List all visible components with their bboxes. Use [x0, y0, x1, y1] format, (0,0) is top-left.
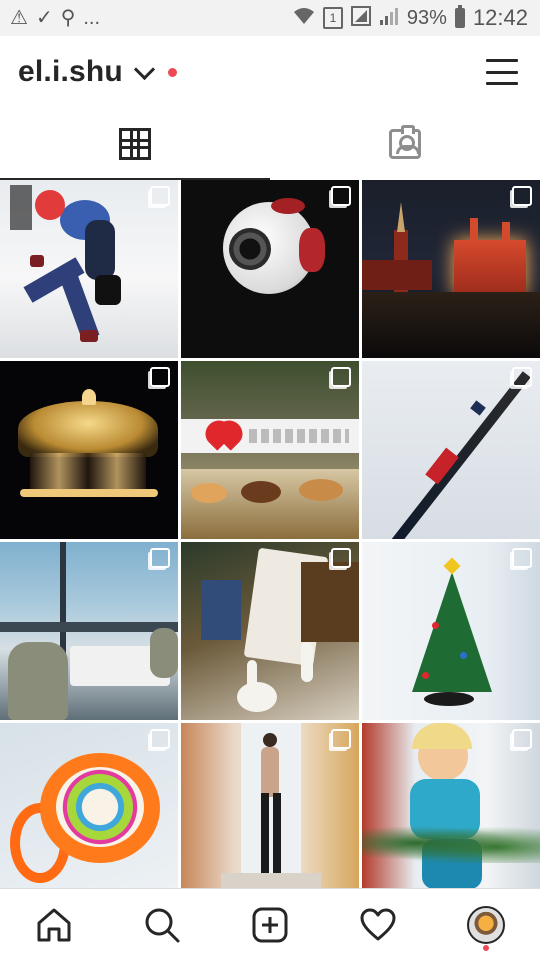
multiple-photos-icon [150, 548, 170, 568]
photo-tile[interactable] [362, 542, 540, 720]
photo-tile[interactable] [362, 361, 540, 539]
wifi-icon [293, 7, 315, 29]
signal-bars-icon [379, 7, 399, 29]
nav-activity[interactable] [348, 895, 408, 955]
photo-tile[interactable] [181, 542, 359, 720]
photo-tile[interactable] [181, 180, 359, 358]
multiple-photos-icon [150, 186, 170, 206]
multiple-photos-icon [331, 729, 351, 749]
profile-avatar-icon [467, 906, 505, 944]
multiple-photos-icon [512, 729, 532, 749]
multiple-photos-icon [331, 367, 351, 387]
account-switcher[interactable]: el.i.shu [18, 55, 177, 89]
search-icon [145, 908, 180, 943]
tagged-photos-icon [389, 125, 421, 159]
heart-icon [360, 908, 396, 941]
photo-tile[interactable] [0, 723, 178, 888]
multiple-photos-icon [512, 548, 532, 568]
multiple-photos-icon [331, 186, 351, 206]
tab-grid[interactable] [0, 108, 270, 180]
username: el.i.shu [18, 55, 123, 88]
multiple-photos-icon [331, 548, 351, 568]
nav-search[interactable] [132, 895, 192, 955]
photo-tile[interactable] [0, 180, 178, 358]
home-icon [37, 908, 71, 942]
multiple-photos-icon [512, 367, 532, 387]
photo-tile[interactable] [362, 180, 540, 358]
nav-new-post[interactable] [240, 895, 300, 955]
bottom-navigation [0, 888, 540, 961]
tab-tagged[interactable] [270, 108, 540, 180]
multiple-photos-icon [150, 729, 170, 749]
nav-profile[interactable] [456, 895, 516, 955]
signal-icon [350, 6, 371, 30]
notification-dot [483, 945, 489, 951]
check-icon: ✓ [35, 7, 53, 29]
battery-icon [454, 5, 465, 28]
profile-header: el.i.shu [0, 36, 540, 108]
photo-tile[interactable] [181, 723, 359, 888]
photo-tile[interactable] [0, 542, 178, 720]
status-bar: ⚠ ✓ ⚲ ... 1 93% 12:42 [0, 0, 540, 36]
warning-icon: ⚠ [10, 7, 28, 29]
battery-percent: 93% [406, 7, 447, 29]
search-icon: ⚲ [60, 7, 76, 29]
photo-tile[interactable] [362, 723, 540, 888]
sim-badge: 1 [322, 7, 343, 29]
plus-square-icon [252, 907, 288, 943]
photo-grid [0, 180, 540, 888]
multiple-photos-icon [512, 186, 532, 206]
chevron-down-icon [133, 58, 156, 80]
profile-tabs [0, 108, 540, 180]
multiple-photos-icon [150, 367, 170, 387]
photo-tile[interactable] [0, 361, 178, 539]
clock: 12:42 [472, 5, 528, 30]
status-ellipsis: ... [83, 7, 101, 29]
menu-icon[interactable] [486, 59, 518, 85]
photo-tile[interactable] [181, 361, 359, 539]
grid-icon [119, 128, 151, 160]
nav-home[interactable] [24, 895, 84, 955]
notification-dot [167, 67, 177, 77]
